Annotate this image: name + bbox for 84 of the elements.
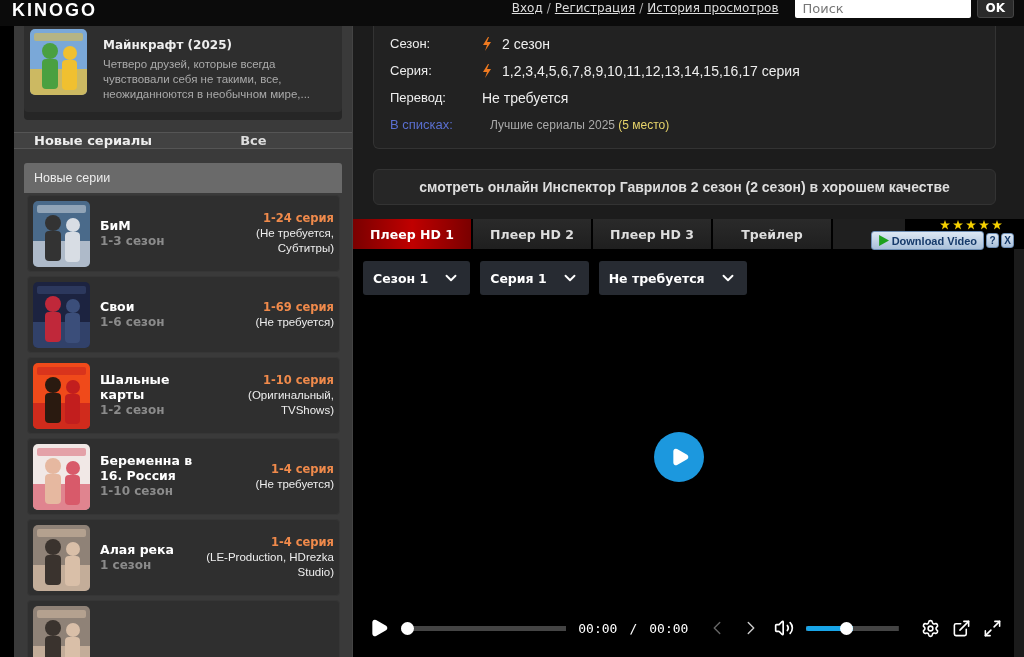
series-seasons: 1-6 сезон: [100, 313, 166, 331]
list-title: Новые серии: [24, 163, 342, 193]
player-select[interactable]: Не требуется: [598, 261, 747, 295]
featured-description: Четверо друзей, которые всегда чувствовали себя не такими, все, неожиданноются в необычном мире,...: [103, 57, 312, 102]
series-title: БиМ: [100, 217, 132, 233]
series-item[interactable]: Шальные карты 1-2 сезон 1-10 серия (Оригинальный, TVShows): [27, 357, 340, 434]
series-seasons: 1-2 сезон: [100, 402, 166, 419]
star-icon[interactable]: [979, 220, 989, 230]
star-icon[interactable]: [992, 220, 1002, 230]
series-episodes: 1-4 серия: [270, 535, 334, 550]
popout-button[interactable]: [952, 618, 971, 638]
series-seasons: 1 сезон: [100, 557, 153, 574]
info-label: Серия:: [390, 63, 433, 78]
link-separator: /: [639, 1, 644, 15]
watch-title: смотреть онлайн Инспектор Гаврилов 2 сезон (2 сезон) в хорошем качестве: [373, 169, 996, 205]
lightning-icon: [482, 63, 492, 78]
series-translation: (LE-Production, HDrezka Studio): [205, 550, 334, 580]
star-icon[interactable]: [966, 220, 976, 230]
volume-thumb[interactable]: [839, 621, 853, 635]
info-value: Не требуется: [482, 89, 569, 106]
series-item[interactable]: БиМ 1-3 сезон 1-24 серия (Не требуется, Субтитры): [27, 195, 340, 272]
volume-icon: [774, 618, 795, 638]
series-item[interactable]: Беременна в 16. Россия 1-10 сезон 1-4 серия (Не требуется): [27, 438, 340, 515]
series-title: Свои: [100, 298, 136, 314]
series-seasons: 1-3 сезон: [100, 232, 166, 250]
play-icon: [877, 235, 889, 246]
external-link-icon: [952, 618, 971, 638]
play-button[interactable]: [653, 432, 704, 482]
info-value: 2 сезон: [502, 35, 550, 52]
settings-icon: [921, 618, 940, 638]
download-video-button[interactable]: Download Video: [870, 231, 984, 250]
settings-button[interactable]: [921, 618, 940, 638]
star-icon[interactable]: [953, 220, 963, 230]
series-title: Беременна в 16. Россия: [100, 453, 194, 483]
info-value: 1,2,3,4,5,6,7,8,9,10,11,12,13,14,15,16,17 серия: [502, 62, 800, 79]
featured-title: Майнкрафт (2025): [103, 38, 233, 52]
play-button[interactable]: [369, 618, 389, 638]
info-label: Перевод:: [390, 90, 447, 105]
star-icon[interactable]: [940, 220, 950, 230]
series-title: Алая река: [100, 541, 175, 557]
rating-stars[interactable]: [940, 220, 1002, 230]
help-button[interactable]: ?: [986, 233, 999, 248]
section-title: Новые сериалы: [34, 133, 153, 148]
duration: 00:00: [649, 620, 689, 636]
player-tab[interactable]: Плеер HD 3: [593, 219, 711, 249]
progress-thumb[interactable]: [401, 621, 414, 635]
lists-label: В списках:: [390, 117, 454, 132]
series-episodes: 1-24 серия: [262, 211, 334, 226]
series-episodes: 1-4 серия: [270, 461, 334, 477]
player-tab[interactable]: Трейлер: [713, 219, 831, 249]
all-link[interactable]: Все: [240, 133, 267, 148]
player-tab[interactable]: Плеер HD 2: [473, 219, 591, 249]
series-translation: (Оригинальный, TVShows): [247, 388, 334, 418]
header-link[interactable]: История просмотров: [647, 1, 779, 15]
lists-value[interactable]: Лучшие сериалы 2025 (5 место): [490, 117, 670, 132]
series-item[interactable]: Алая река 1 сезон 1-4 серия (LE-Production, HDrezka Studio): [27, 519, 340, 596]
series-translation: (Не требуется): [255, 476, 334, 492]
header-link[interactable]: Регистрация: [554, 1, 636, 15]
play-icon: [369, 618, 389, 638]
volume-button[interactable]: [774, 618, 795, 638]
player-tab[interactable]: Плеер HD 1: [353, 219, 471, 249]
fullscreen-button[interactable]: [983, 618, 1002, 638]
lightning-icon: [482, 36, 492, 51]
series-title: Шальные карты: [100, 372, 171, 402]
search-field[interactable]: Поиск: [794, 0, 971, 18]
close-button[interactable]: X: [1001, 233, 1014, 248]
link-separator: /: [546, 1, 551, 15]
series-translation: (Не требуется): [255, 314, 334, 330]
fullscreen-icon: [983, 618, 1002, 638]
header-link[interactable]: Вход: [511, 1, 543, 15]
site-logo[interactable]: KINOGO: [12, 0, 97, 20]
time-separator: /: [629, 620, 638, 636]
series-item[interactable]: Свои 1-6 сезон 1-69 серия (Не требуется): [27, 276, 340, 353]
player-select[interactable]: Серия 1: [480, 261, 589, 295]
info-label: Сезон:: [390, 36, 432, 51]
player-select[interactable]: Сезон 1: [363, 261, 471, 295]
current-time: 00:00: [578, 620, 618, 636]
series-translation: (Не требуется, Субтитры): [255, 226, 334, 256]
series-episodes: 1-69 серия: [262, 299, 334, 315]
series-episodes: 1-10 серия: [262, 373, 334, 388]
series-seasons: 1-10 сезон: [100, 483, 174, 500]
play-icon: [670, 447, 690, 467]
search-button[interactable]: OK: [976, 0, 1014, 18]
series-item[interactable]: [27, 600, 340, 657]
